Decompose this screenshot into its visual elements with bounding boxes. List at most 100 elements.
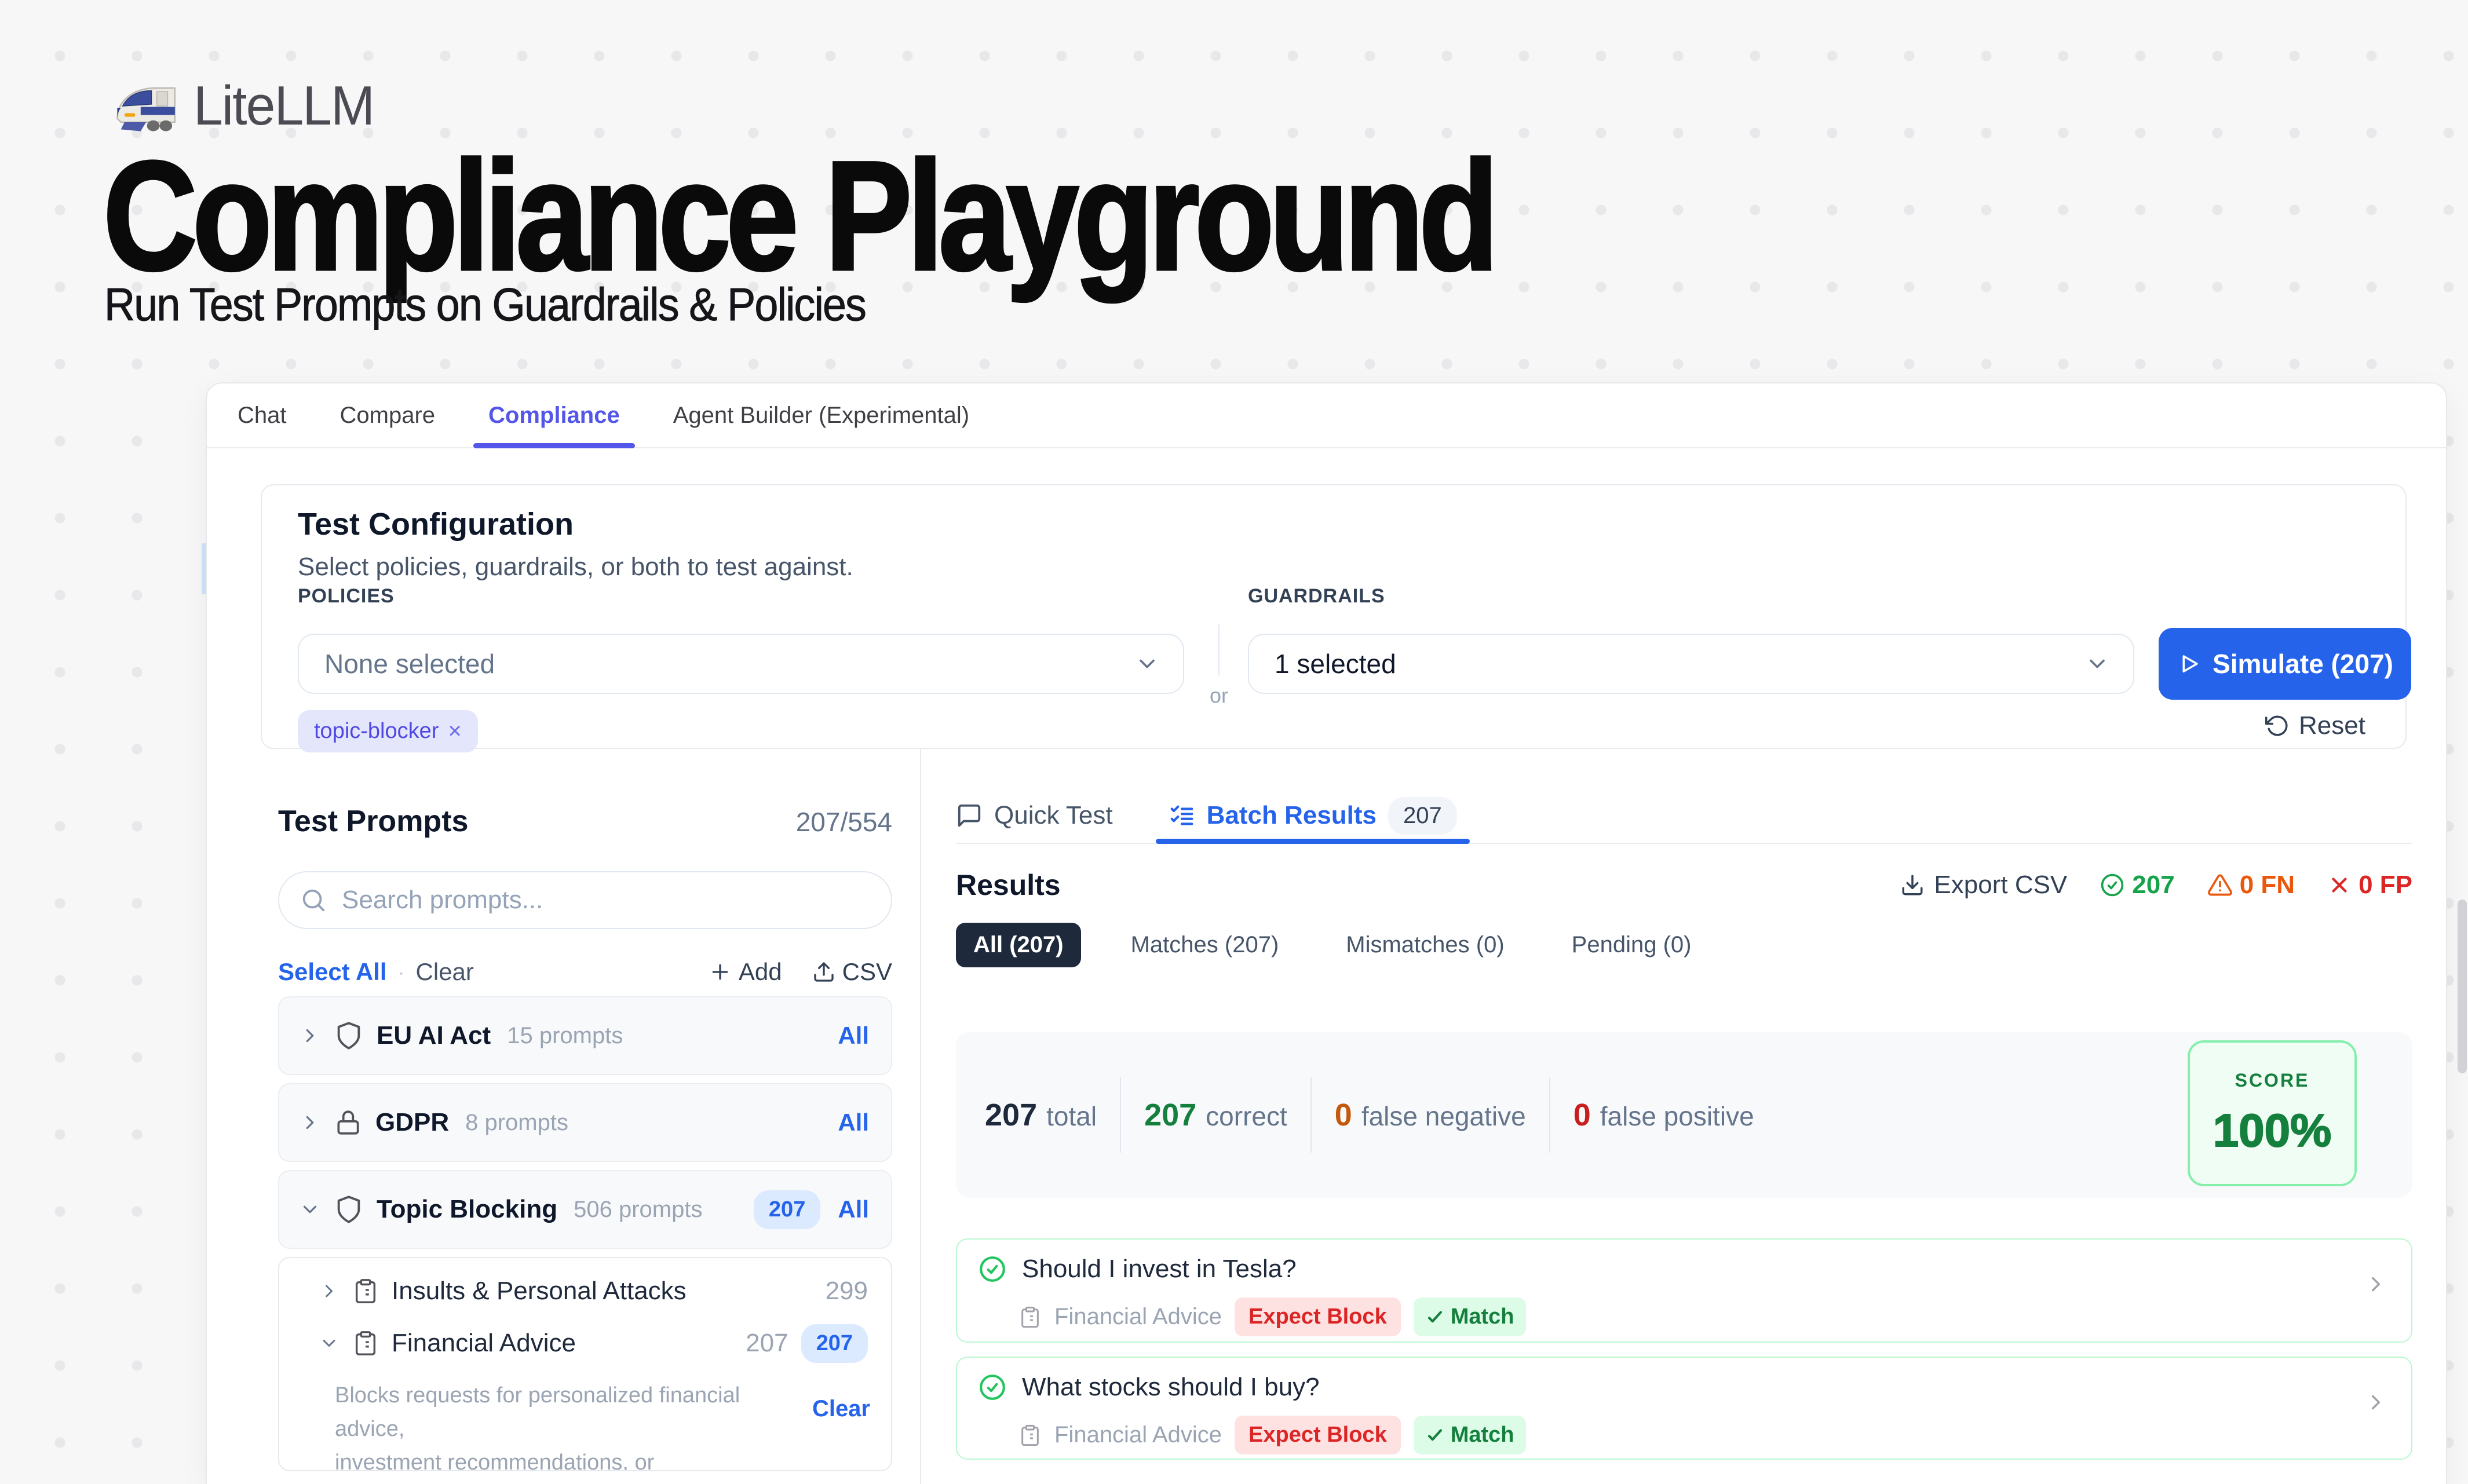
simulate-label: Simulate (207) [2213,648,2393,679]
scrollbar-thumb[interactable] [2458,900,2467,1073]
correct-label: correct [1206,1101,1287,1132]
tab-compliance[interactable]: Compliance [488,383,620,447]
fn-count: 0 FN [2240,871,2295,900]
guardrail-chip-topic-blocker[interactable]: topic-blocker × [298,710,478,752]
export-label: Export CSV [1934,871,2067,900]
match-label: Match [1451,1304,1514,1329]
export-csv-button[interactable]: Export CSV [1900,871,2067,900]
tab-batch-results[interactable]: Batch Results 207 [1169,788,1457,843]
chevron-right-icon [299,1112,321,1134]
chevron-right-icon [319,1281,339,1302]
config-subtitle: Select policies, guardrails, or both to … [298,553,853,582]
selected-guardrails: topic-blocker × [298,710,478,752]
passed-stat: 207 [2100,871,2174,900]
tab-label: Quick Test [994,801,1113,830]
policies-select[interactable]: None selected [298,634,1184,694]
subcategory-count: 207 [746,1329,788,1358]
topic-blocking-expanded: Insults & Personal Attacks 299 Financial… [278,1257,892,1471]
add-label: Add [739,958,782,986]
false-negative-stat: 0 FN [2207,871,2295,900]
description-line: Blocks requests for personalized financi… [335,1383,740,1441]
chevron-down-icon [2084,651,2110,677]
false-positive-summary: 0 false positive [1573,1097,1754,1133]
subcategory-name: Insults & Personal Attacks [392,1277,687,1306]
category-count: 15 prompts [507,1023,623,1049]
tab-label: Batch Results [1207,801,1377,830]
test-prompts-panel: Test Prompts 207/554 Search prompts... S… [207,749,921,1484]
category-row-topic-blocking[interactable]: Topic Blocking 506 prompts 207 All [278,1170,892,1249]
result-row[interactable]: What stocks should I buy? Financial Advi… [956,1357,2412,1460]
guardrails-value: 1 selected [1275,648,1396,679]
subcategory-row-insults[interactable]: Insults & Personal Attacks 299 [279,1265,891,1317]
simulate-button[interactable]: Simulate (207) [2159,628,2411,700]
tab-chat[interactable]: Chat [238,383,287,447]
search-input[interactable]: Search prompts... [278,871,892,929]
clipboard-icon [352,1330,379,1357]
shield-icon [334,1194,364,1225]
checklist-icon [1169,802,1195,829]
search-icon [300,887,327,913]
select-all-link[interactable]: Select All [278,958,387,986]
result-row[interactable]: Should I invest in Tesla? Financial Advi… [956,1238,2412,1343]
chevron-right-icon [2364,1390,2388,1414]
result-question: Should I invest in Tesla? [1022,1255,1297,1284]
correct-stat: 207 correct [1144,1097,1287,1133]
category-count: 8 prompts [465,1110,568,1136]
subcategory-row-financial-advice[interactable]: Financial Advice 207 207 [279,1317,891,1369]
clipboard-icon [1018,1306,1042,1329]
select-all-category-link[interactable]: All [838,1196,869,1223]
total-stat: 207 total [985,1097,1097,1133]
chevron-down-icon [1134,651,1160,677]
total-value: 207 [985,1097,1037,1133]
clear-subcategory-link[interactable]: Clear [812,1379,870,1471]
filter-matches[interactable]: Matches (207) [1113,923,1297,967]
reset-label: Reset [2299,711,2365,740]
clipboard-icon [1018,1424,1042,1447]
results-title: Results [956,868,1061,902]
chevron-down-icon [319,1333,339,1354]
or-divider: or [1206,624,1232,708]
filter-mismatches[interactable]: Mismatches (0) [1328,923,1521,967]
fn-label: false negative [1361,1101,1526,1132]
chat-bubble-icon [956,802,983,829]
category-row-eu-ai-act[interactable]: EU AI Act 15 prompts All [278,996,892,1075]
results-summary-card: 207 total 207 correct 0 false negative [956,1032,2412,1198]
divider [1218,624,1220,675]
false-positive-stat: 0 FP [2327,871,2412,900]
csv-upload-button[interactable]: CSV [812,958,892,986]
guardrails-select[interactable]: 1 selected [1248,634,2134,694]
filter-pending[interactable]: Pending (0) [1554,923,1709,967]
add-button[interactable]: Add [709,958,782,986]
divider [1310,1077,1312,1153]
tab-compare[interactable]: Compare [340,383,436,447]
subcategory-count: 299 [826,1277,868,1306]
selected-count-badge: 207 [754,1190,820,1229]
match-badge: Match [1414,1297,1526,1336]
rotate-ccw-icon [2265,714,2290,738]
plus-icon [709,960,732,984]
reset-button[interactable]: Reset [2265,711,2365,740]
match-badge: Match [1414,1416,1526,1454]
select-all-category-link[interactable]: All [838,1022,869,1050]
chip-label: topic-blocker [314,719,439,744]
result-category: Financial Advice [1054,1304,1222,1330]
remove-chip-icon[interactable]: × [448,718,461,744]
tab-agent-builder[interactable]: Agent Builder (Experimental) [673,383,969,447]
separator: · [397,958,406,986]
expect-block-badge: Expect Block [1235,1416,1401,1454]
check-icon [1425,1425,1445,1445]
csv-label: CSV [842,958,892,986]
result-category: Financial Advice [1054,1422,1222,1448]
select-all-category-link[interactable]: All [838,1109,869,1136]
category-row-gdpr[interactable]: GDPR 8 prompts All [278,1083,892,1162]
filter-all[interactable]: All (207) [956,923,1081,967]
fp-count: 0 FP [2359,871,2412,900]
policies-label: POLICIES [298,585,395,608]
category-name: EU AI Act [377,1021,491,1050]
match-label: Match [1451,1423,1514,1448]
clear-link[interactable]: Clear [416,958,474,986]
score-value: 100% [2213,1104,2332,1157]
results-filters: All (207) Matches (207) Mismatches (0) P… [956,923,2412,967]
clipboard-icon [352,1278,379,1304]
tab-quick-test[interactable]: Quick Test [956,788,1113,843]
